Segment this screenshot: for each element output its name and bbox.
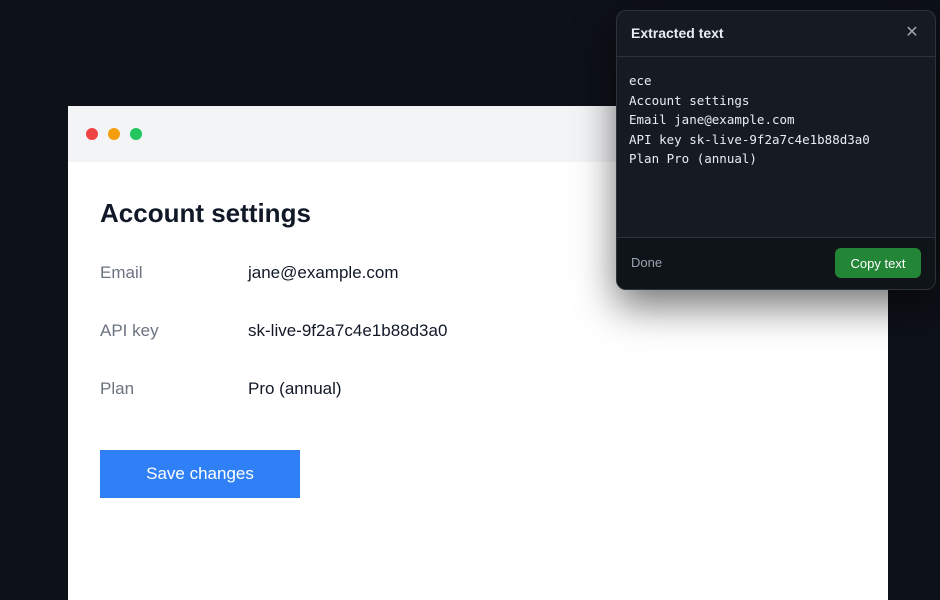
page-title: Account settings xyxy=(100,198,311,228)
popup-header: Extracted text ✕ xyxy=(617,11,935,57)
email-value: jane@example.com xyxy=(248,263,399,282)
email-label: Email xyxy=(100,263,143,282)
extracted-line: Plan Pro (annual) xyxy=(629,151,757,166)
plan-value: Pro (annual) xyxy=(248,379,342,398)
api-key-value: sk-live-9f2a7c4e1b88d3a0 xyxy=(248,321,448,340)
extracted-line: Email jane@example.com xyxy=(629,112,795,127)
extracted-text-popup: Extracted text ✕ ece Account settings Emai… xyxy=(616,10,936,290)
plan-label: Plan xyxy=(100,379,135,398)
close-icon[interactable]: ✕ xyxy=(901,22,923,44)
copy-text-button[interactable]: Copy text xyxy=(835,248,921,278)
done-button[interactable]: Done xyxy=(631,255,662,270)
save-changes-button[interactable]: Save changes xyxy=(100,450,300,498)
extracted-line: Account settings xyxy=(629,92,750,108)
extracted-line: API key sk-live-9f2a7c4e1b88d3a0 xyxy=(629,131,870,147)
popup-footer: Done Copy text xyxy=(617,237,935,289)
api-key-label: API key xyxy=(100,321,159,340)
maximize-window-dot[interactable] xyxy=(130,128,142,140)
minimize-window-dot[interactable] xyxy=(108,128,120,140)
extracted-text-body[interactable]: ece Account settings Email jane@example.co… xyxy=(617,57,935,237)
popup-title: Extracted text xyxy=(631,25,724,41)
extracted-line: ece xyxy=(629,73,652,88)
close-window-dot[interactable] xyxy=(86,128,98,140)
